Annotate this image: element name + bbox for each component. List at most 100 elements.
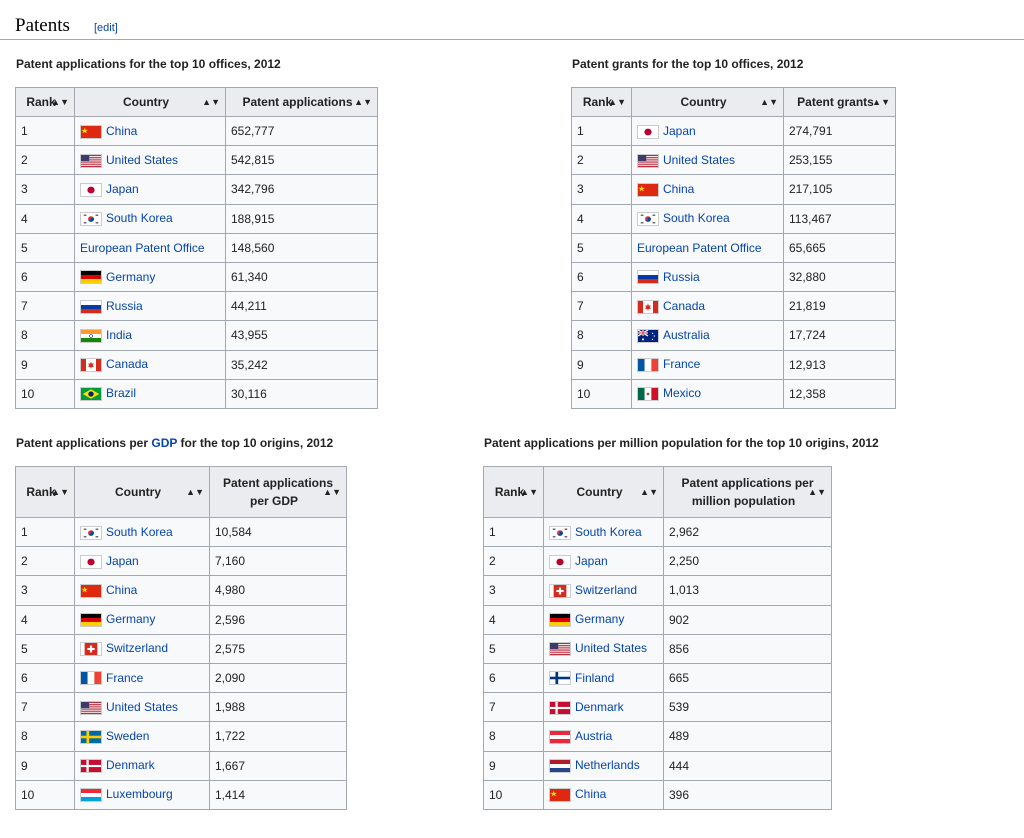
table-row: 1 South Korea 2,962	[483, 516, 832, 548]
column-header-value[interactable]: Patent applications ▲▼	[225, 87, 378, 117]
sort-icon[interactable]: ▲▼	[872, 97, 890, 107]
sort-icon[interactable]: ▲▼	[520, 483, 538, 501]
country-link[interactable]: Germany	[575, 612, 624, 626]
country-link[interactable]: United States	[663, 153, 735, 167]
table-row: 2 United States 542,815	[15, 145, 378, 176]
value-cell: 1,414	[209, 779, 347, 810]
country-link[interactable]: South Korea	[106, 211, 173, 225]
china-flag-icon	[80, 583, 102, 598]
country-link[interactable]: Austria	[575, 729, 612, 743]
value-cell: 2,250	[663, 546, 832, 577]
brazil-flag-icon	[80, 387, 102, 402]
country-link[interactable]: Switzerland	[106, 641, 168, 655]
column-header-country[interactable]: Country ▲▼	[74, 87, 226, 117]
rank-cell: 8	[15, 320, 75, 351]
table-row: 5 United States 856	[483, 633, 832, 664]
country-link[interactable]: Japan	[106, 182, 139, 196]
rank-cell: 9	[483, 750, 544, 781]
table-row: 10 Mexico 12,358	[571, 378, 896, 409]
column-header-country[interactable]: Country ▲▼	[74, 466, 210, 518]
country-link[interactable]: Canada	[106, 357, 148, 371]
column-header-rank[interactable]: Rank ▲▼	[15, 87, 75, 117]
column-header-rank[interactable]: Rank ▲▼	[483, 466, 544, 518]
country-link[interactable]: Sweden	[106, 729, 149, 743]
column-header-rank[interactable]: Rank ▲▼	[571, 87, 632, 117]
country-cell: South Korea	[74, 516, 210, 548]
country-link[interactable]: Russia	[106, 299, 143, 313]
russia-flag-icon	[80, 299, 102, 314]
sort-icon[interactable]: ▲▼	[51, 483, 69, 501]
sort-icon[interactable]: ▲▼	[354, 97, 372, 107]
country-link[interactable]: China	[575, 787, 606, 801]
country-link[interactable]: United States	[575, 641, 647, 655]
value-cell: 2,962	[663, 516, 832, 548]
country-cell: United States	[74, 692, 210, 723]
column-header-value[interactable]: Patent grants ▲▼	[783, 87, 896, 117]
china-flag-icon	[549, 788, 571, 803]
country-link[interactable]: United States	[106, 153, 178, 167]
country-cell: Austria	[543, 721, 664, 752]
sort-icon[interactable]: ▲▼	[808, 483, 826, 501]
value-cell: 902	[663, 604, 832, 635]
country-link[interactable]: Denmark	[575, 700, 624, 714]
country-link[interactable]: Switzerland	[575, 583, 637, 597]
country-link[interactable]: Luxembourg	[106, 787, 173, 801]
country-link[interactable]: India	[106, 328, 132, 342]
country-link[interactable]: Japan	[663, 124, 696, 138]
japan-flag-icon	[637, 124, 659, 139]
column-header-value[interactable]: Patent applications per million populati…	[663, 466, 832, 518]
column-header-country[interactable]: Country ▲▼	[631, 87, 784, 117]
country-cell: Sweden	[74, 721, 210, 752]
sort-icon[interactable]: ▲▼	[51, 97, 69, 107]
country-link[interactable]: Japan	[106, 554, 139, 568]
sort-icon[interactable]: ▲▼	[760, 97, 778, 107]
canada-flag-icon	[637, 299, 659, 314]
value-cell: 1,013	[663, 575, 832, 606]
country-link[interactable]: United States	[106, 700, 178, 714]
rank-cell: 6	[571, 261, 632, 293]
sort-icon[interactable]: ▲▼	[186, 483, 204, 501]
sort-icon[interactable]: ▲▼	[323, 483, 341, 501]
gdp-link[interactable]: GDP	[151, 436, 177, 450]
country-link[interactable]: China	[663, 182, 694, 196]
country-link[interactable]: Denmark	[106, 758, 155, 772]
country-link[interactable]: European Patent Office	[80, 241, 205, 255]
column-header-rank[interactable]: Rank ▲▼	[15, 466, 75, 518]
country-link[interactable]: Australia	[663, 328, 710, 342]
table-row: 6 Finland 665	[483, 662, 832, 694]
country-link[interactable]: Netherlands	[575, 758, 640, 772]
country-link[interactable]: European Patent Office	[637, 241, 762, 255]
country-link[interactable]: Japan	[575, 554, 608, 568]
value-cell: 1,722	[209, 721, 347, 752]
sort-icon[interactable]: ▲▼	[608, 97, 626, 107]
country-link[interactable]: Finland	[575, 671, 614, 685]
rank-cell: 2	[483, 546, 544, 577]
country-link[interactable]: China	[106, 124, 137, 138]
country-link[interactable]: Germany	[106, 612, 155, 626]
country-link[interactable]: South Korea	[106, 525, 173, 539]
column-header-country[interactable]: Country ▲▼	[543, 466, 664, 518]
country-cell: Brazil	[74, 378, 226, 409]
country-link[interactable]: Brazil	[106, 386, 136, 400]
column-header-value[interactable]: Patent applications per GDP ▲▼	[209, 466, 347, 518]
country-link[interactable]: South Korea	[663, 211, 730, 225]
table-row: 9 Canada 35,242	[15, 349, 378, 380]
rank-cell: 3	[483, 575, 544, 606]
country-link[interactable]: Canada	[663, 299, 705, 313]
table-row: 1 China 652,777	[15, 115, 378, 147]
table-row: 9 Denmark 1,667	[15, 750, 347, 781]
sort-icon[interactable]: ▲▼	[202, 97, 220, 107]
edit-link[interactable]: [edit]	[94, 22, 118, 34]
country-cell: United States	[74, 145, 226, 176]
country-link[interactable]: Mexico	[663, 386, 701, 400]
country-link[interactable]: Russia	[663, 270, 700, 284]
sort-icon[interactable]: ▲▼	[640, 483, 658, 501]
value-cell: 2,575	[209, 633, 347, 664]
country-link[interactable]: China	[106, 583, 137, 597]
country-link[interactable]: France	[663, 357, 700, 371]
japan-flag-icon	[549, 554, 571, 569]
country-link[interactable]: South Korea	[575, 525, 642, 539]
table-row: 5 European Patent Office 65,665	[571, 232, 896, 263]
country-link[interactable]: France	[106, 671, 143, 685]
country-link[interactable]: Germany	[106, 270, 155, 284]
